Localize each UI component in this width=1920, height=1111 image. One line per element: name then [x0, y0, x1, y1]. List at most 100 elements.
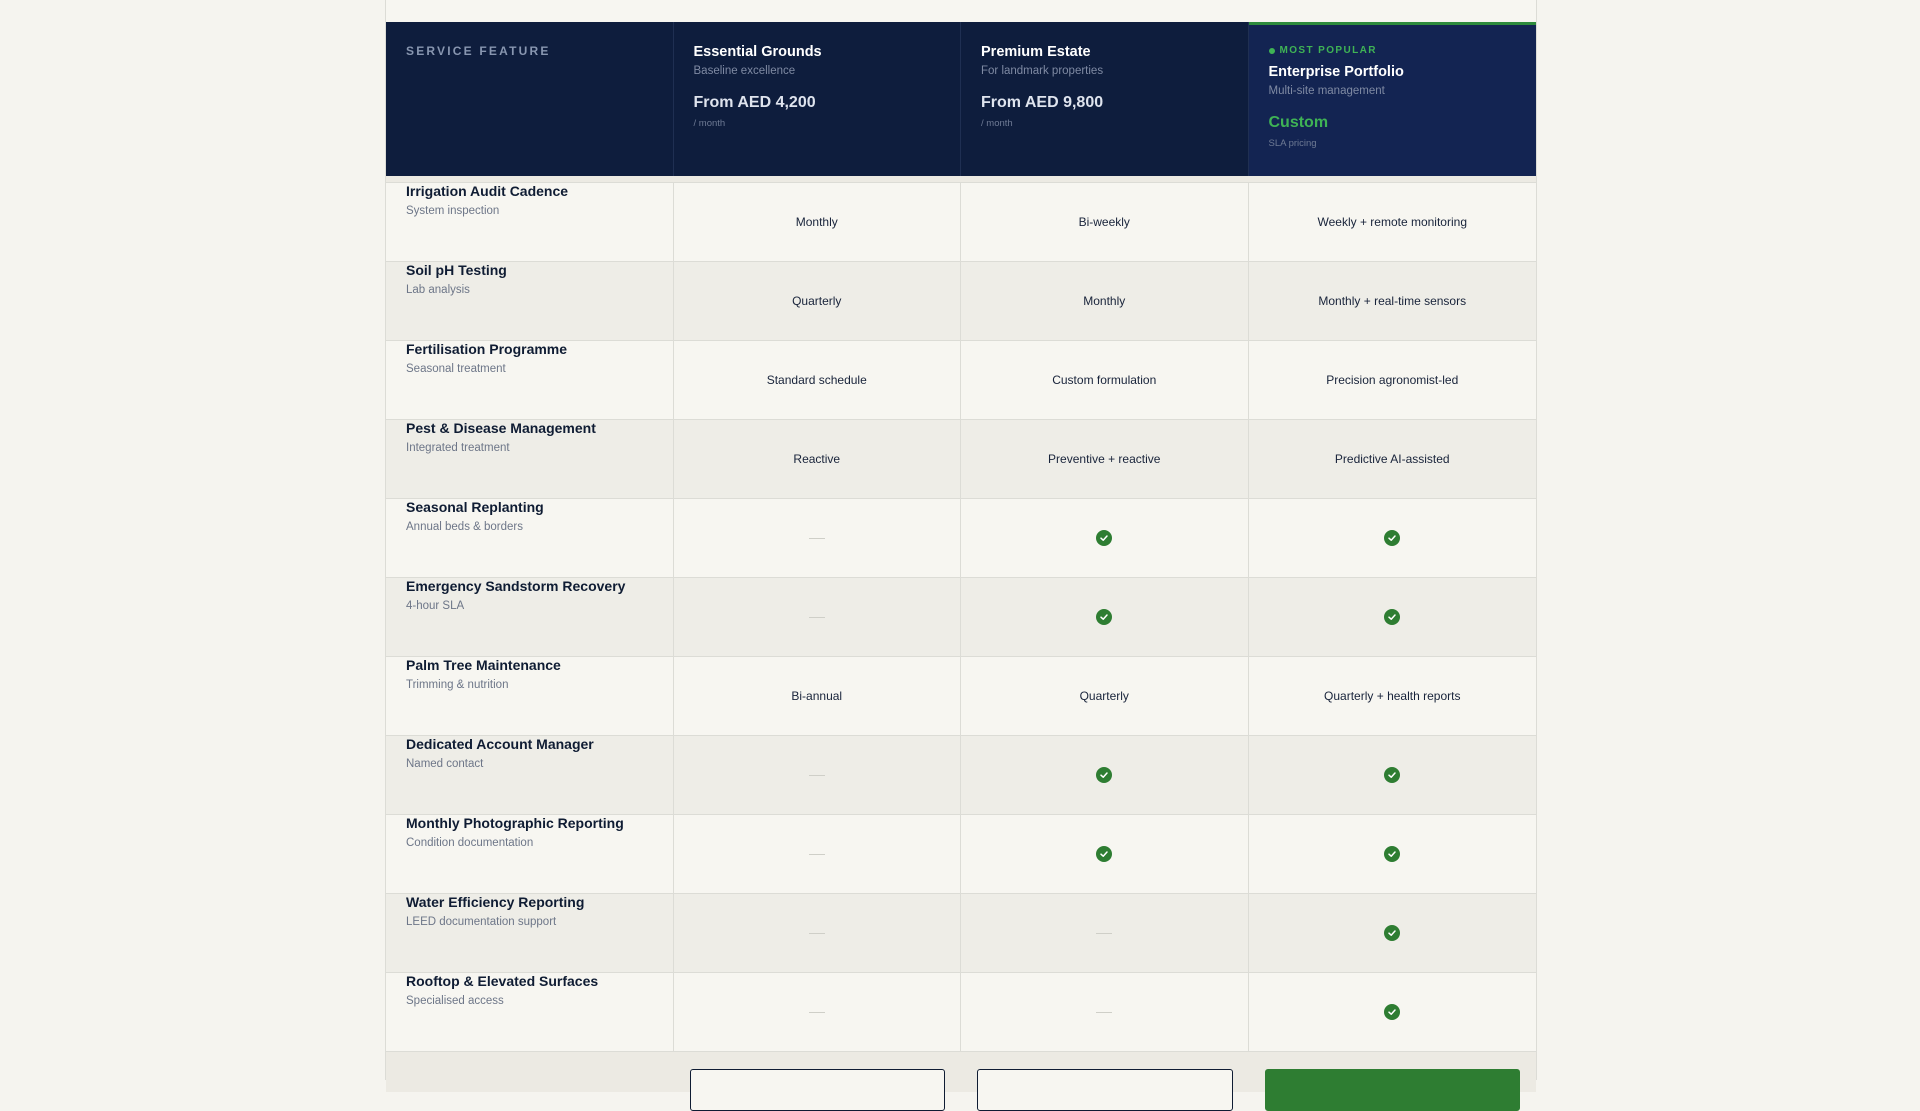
check-circle-icon — [1096, 846, 1113, 862]
select-enterprise-button[interactable] — [1264, 1069, 1520, 1111]
plan-subtitle: For landmark properties — [981, 65, 1104, 77]
value-cell: Monthly + real-time sensors — [1318, 294, 1467, 308]
feature-subtitle: Lab analysis — [406, 284, 470, 296]
table-row: Pest & Disease Management Integrated trea… — [386, 420, 1536, 499]
select-essential-button[interactable] — [689, 1069, 945, 1111]
footer-spacer — [386, 1052, 674, 1092]
feature-subtitle: Named contact — [406, 758, 484, 770]
feature-cell: Emergency Sandstorm Recovery 4-hour SLA — [386, 578, 674, 656]
feature-name: Monthly Photographic Reporting — [406, 815, 624, 831]
footer-premium — [961, 1052, 1249, 1111]
footer-essential — [674, 1052, 962, 1111]
check-circle-icon — [1384, 530, 1401, 546]
value-cell: Weekly + remote monitoring — [1317, 215, 1467, 229]
feature-subtitle: Specialised access — [406, 995, 504, 1007]
included-cell — [1249, 578, 1537, 656]
check-circle-icon — [1384, 846, 1401, 862]
feature-subtitle: Trimming & nutrition — [406, 679, 509, 691]
not-included-cell — [961, 894, 1249, 972]
included-cell — [961, 736, 1249, 814]
dash-icon — [808, 853, 825, 855]
feature-cell: Rooftop & Elevated Surfaces Specialised a… — [386, 973, 674, 1051]
feature-subtitle: Condition documentation — [406, 837, 534, 849]
table-row: Emergency Sandstorm Recovery 4-hour SLA — [386, 578, 1536, 657]
not-included-cell — [674, 578, 961, 656]
check-circle-icon — [1096, 767, 1113, 783]
included-cell — [1249, 499, 1537, 577]
not-included-cell — [674, 894, 961, 972]
plan-subtitle: Multi-site management — [1268, 85, 1385, 97]
plan-price: From AED 4,200 — [693, 94, 816, 111]
plan-name: Premium Estate — [981, 44, 1091, 60]
dash-icon — [1096, 932, 1113, 934]
feature-subtitle: Seasonal treatment — [406, 363, 506, 375]
top-strip — [386, 0, 1536, 22]
feature-cell: Fertilisation Programme Seasonal treatmen… — [386, 341, 674, 419]
value-cell: Preventive + reactive — [961, 420, 1249, 498]
value-cell: Quarterly — [674, 262, 961, 340]
table-row: Fertilisation Programme Seasonal treatmen… — [386, 341, 1536, 420]
included-cell — [1249, 736, 1537, 814]
feature-subtitle: 4-hour SLA — [406, 600, 465, 612]
check-circle-icon — [1096, 530, 1113, 546]
value-cell: Bi-weekly — [961, 183, 1249, 261]
dash-icon — [808, 774, 825, 776]
value-cell: Custom formulation — [961, 341, 1249, 419]
table-row: Soil pH Testing Lab analysis Quarterly Mont… — [386, 262, 1536, 341]
table-row: Rooftop & Elevated Surfaces Specialised a… — [386, 973, 1536, 1052]
check-circle-icon — [1384, 609, 1401, 625]
value-cell: Predictive AI-assisted — [1334, 452, 1450, 466]
included-cell — [961, 499, 1249, 577]
feature-cell: Pest & Disease Management Integrated trea… — [386, 420, 674, 498]
check-circle-icon — [1384, 1004, 1401, 1020]
not-included-cell — [961, 973, 1249, 1051]
feature-cell: Water Efficiency Reporting LEED documenta… — [386, 894, 674, 972]
header-separator — [386, 176, 1536, 183]
footer-enterprise — [1249, 1052, 1537, 1111]
table-row: Monthly Photographic Reporting Condition … — [386, 815, 1536, 894]
value-cell: Quarterly — [961, 657, 1249, 735]
feature-column-header: SERVICE FEATURE — [386, 22, 674, 176]
table-row: Irrigation Audit Cadence System inspectio… — [386, 183, 1536, 262]
feature-subtitle: Integrated treatment — [406, 442, 510, 454]
dash-icon — [1096, 1011, 1113, 1013]
feature-cell: Soil pH Testing Lab analysis — [386, 262, 674, 340]
feature-cell: Monthly Photographic Reporting Condition … — [386, 815, 674, 893]
feature-cell: Dedicated Account Manager Named contact — [386, 736, 674, 814]
plan-header-premium: Premium Estate For landmark properties F… — [961, 22, 1249, 176]
check-circle-icon — [1096, 609, 1113, 625]
feature-name: Soil pH Testing — [406, 262, 507, 278]
dash-icon — [808, 1011, 825, 1013]
plan-name: Enterprise Portfolio — [1268, 64, 1404, 80]
table-row: Water Efficiency Reporting LEED documenta… — [386, 894, 1536, 973]
feature-subtitle: System inspection — [406, 205, 500, 217]
value-cell: Monthly — [674, 183, 961, 261]
feature-name: Dedicated Account Manager — [406, 736, 594, 752]
value-cell: Quarterly + health reports — [1324, 689, 1461, 703]
plan-name: Essential Grounds — [693, 44, 822, 60]
table-header: SERVICE FEATURE Essential Grounds Baseli… — [386, 22, 1536, 176]
included-cell — [1249, 973, 1537, 1051]
plan-header-essential: Essential Grounds Baseline excellence Fr… — [674, 22, 961, 176]
feature-column-label: SERVICE FEATURE — [406, 44, 551, 58]
pricing-comparison-table: SERVICE FEATURE Essential Grounds Baseli… — [385, 0, 1537, 1111]
value-cell: Monthly — [961, 262, 1249, 340]
not-included-cell — [674, 499, 961, 577]
included-cell — [1249, 894, 1537, 972]
feature-name: Palm Tree Maintenance — [406, 657, 561, 673]
table-row: Seasonal Replanting Annual beds & borders — [386, 499, 1536, 578]
feature-name: Emergency Sandstorm Recovery — [406, 578, 626, 594]
feature-name: Water Efficiency Reporting — [406, 894, 585, 910]
included-cell — [1249, 815, 1537, 893]
value-cell: Standard schedule — [674, 341, 961, 419]
feature-cell: Seasonal Replanting Annual beds & borders — [386, 499, 674, 577]
value-cell: Precision agronomist-led — [1326, 373, 1459, 387]
feature-name: Rooftop & Elevated Surfaces — [406, 973, 599, 989]
dash-icon — [808, 616, 825, 618]
dash-icon — [808, 537, 825, 539]
feature-name: Fertilisation Programme — [406, 341, 568, 357]
dash-icon — [808, 932, 825, 934]
feature-name: Pest & Disease Management — [406, 420, 596, 436]
not-included-cell — [674, 815, 961, 893]
select-premium-button[interactable] — [977, 1069, 1233, 1111]
